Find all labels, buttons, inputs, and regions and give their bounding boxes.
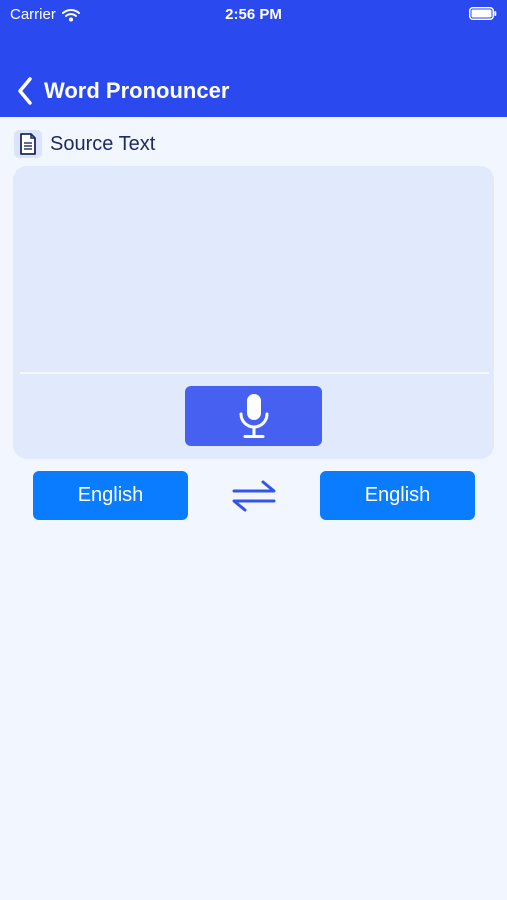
- status-bar: Carrier 2:56 PM: [0, 0, 507, 28]
- navigation-bar: Word Pronouncer: [0, 66, 507, 116]
- source-text-card: [13, 166, 494, 459]
- source-language-button[interactable]: English: [33, 471, 188, 520]
- source-text-input[interactable]: [19, 170, 488, 370]
- chevron-left-icon: [18, 77, 32, 105]
- page-title: Word Pronouncer: [44, 78, 230, 103]
- status-time: 2:56 PM: [225, 6, 282, 23]
- document-icon: [14, 130, 42, 158]
- battery-icon: [469, 7, 497, 20]
- microphone-button[interactable]: [185, 386, 322, 446]
- section-title: Source Text: [50, 132, 156, 155]
- source-text-label: Source Text: [14, 130, 155, 158]
- divider: [20, 372, 489, 374]
- microphone-icon: [239, 394, 268, 438]
- swap-languages-button[interactable]: [228, 476, 280, 516]
- back-button[interactable]: [12, 76, 38, 106]
- target-language-button[interactable]: English: [320, 471, 475, 520]
- swap-arrows-icon: [232, 480, 276, 512]
- header: Carrier 2:56 PM Word Pronouncer: [0, 0, 507, 117]
